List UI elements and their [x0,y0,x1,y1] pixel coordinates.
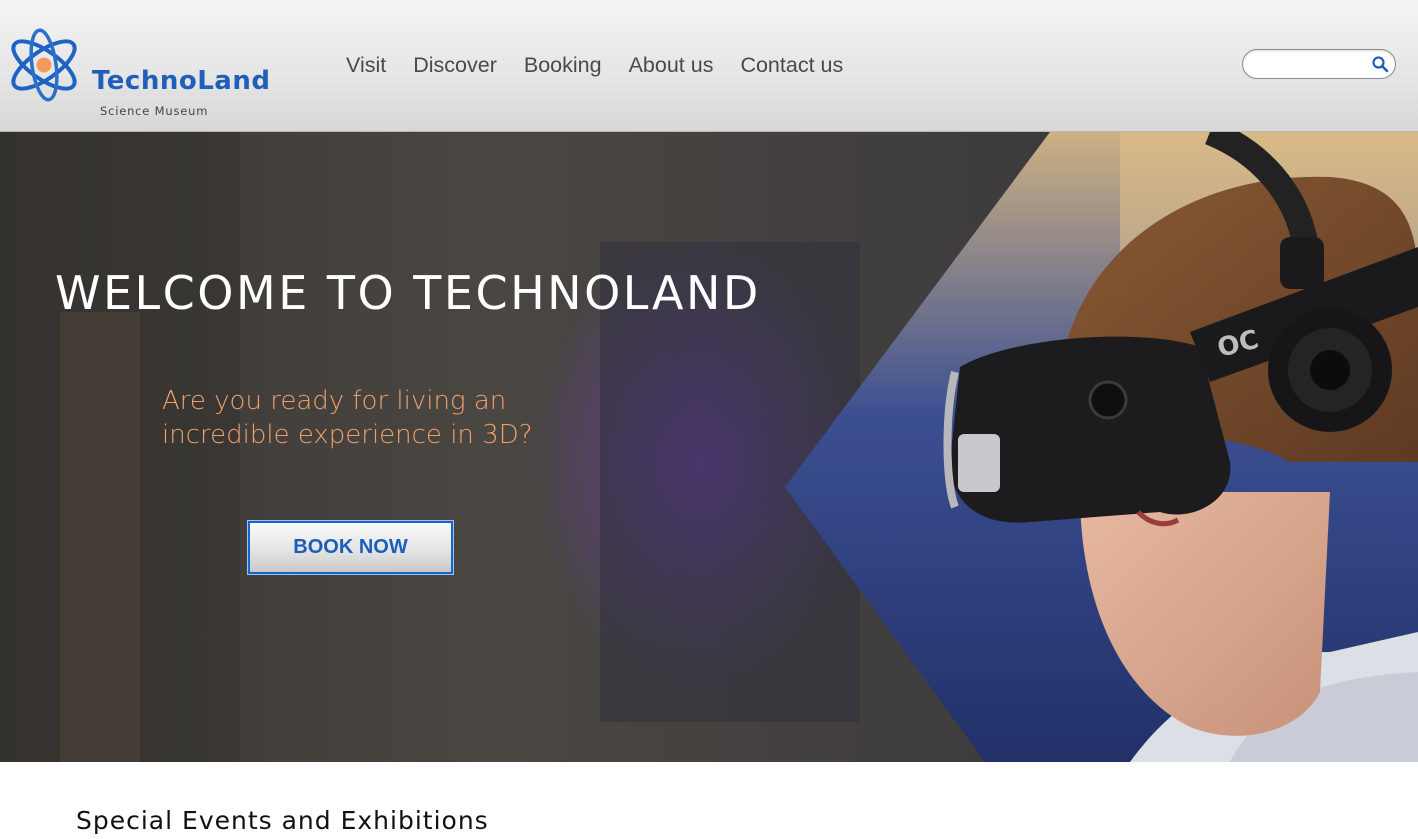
technoland-logo[interactable]: TechnoLand Science Museum [4,26,279,117]
brand-title-part2: Land [197,66,271,96]
site-header: TechnoLand Science Museum Visit Discover… [0,0,1418,132]
atom-logo-icon [11,28,77,102]
search-input[interactable] [1251,53,1369,75]
hero-banner: OC WELCOME TO TECHNOLAND Are you ready f… [0,132,1418,762]
nav-item-visit[interactable]: Visit [346,48,386,82]
special-events-heading: Special Events and Exhibitions [76,806,489,835]
brand-title-part1: Techno [92,66,198,96]
nav-item-booking[interactable]: Booking [524,48,602,82]
search-box [1242,49,1396,79]
brand-title: TechnoLand [92,68,270,94]
main-nav: Visit Discover Booking About us Contact … [346,48,870,82]
hero-subtitle: Are you ready for living an incredible e… [162,386,533,450]
nav-item-contact-us[interactable]: Contact us [740,48,843,82]
book-now-button[interactable]: BOOK NOW [248,521,453,574]
brand-subtitle: Science Museum [100,104,209,118]
nav-item-about-us[interactable]: About us [629,48,714,82]
hero-title: WELCOME TO TECHNOLAND [55,266,761,320]
search-icon[interactable] [1371,55,1389,73]
nav-item-discover[interactable]: Discover [413,48,497,82]
